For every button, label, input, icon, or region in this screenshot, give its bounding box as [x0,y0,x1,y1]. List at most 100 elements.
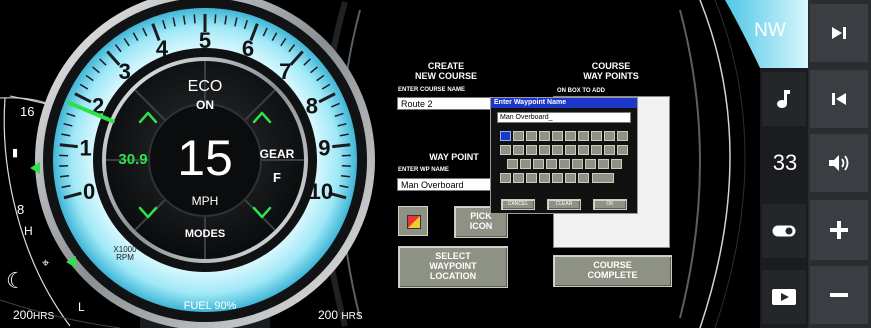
toggle-icon [772,225,796,237]
pick-icon-line2: ICON [469,221,493,231]
helm-display: 0 1 2 3 4 5 6 7 8 9 10 ECO ON 30.9 15 MPH GEAR F M… [0,0,871,328]
minus-button[interactable] [810,266,868,324]
wp-name-input[interactable]: Man Overboard [397,178,493,191]
keyboard-key[interactable] [533,159,544,169]
keyboard-key[interactable] [565,173,576,183]
engine-hours-left-unit: HRS [33,311,55,322]
left-scale-low-value: 8 [17,202,25,217]
rpm-number-10: 10 [309,179,333,204]
rpm-number-8: 8 [306,94,318,119]
dialog-ok-button[interactable]: OK [593,199,627,210]
rpm-number-6: 6 [242,36,254,61]
create-course-title-line1: CREATE [427,61,465,71]
keyboard-key[interactable] [526,173,537,183]
music-button[interactable] [762,72,806,126]
course-complete-line2: COMPLETE [587,270,638,280]
keyboard-key[interactable] [578,145,589,155]
keyboard-key[interactable] [546,159,557,169]
gear-value: F [273,170,281,185]
skip-back-button[interactable] [810,70,868,128]
enter-wp-name-label: ENTER WP NAME [398,167,449,173]
create-course-title: CREATE NEW COURSE [400,61,492,81]
create-course-title-line2: NEW COURSE [414,71,477,81]
keyboard-key[interactable] [526,145,537,155]
low-marker: L [78,300,85,314]
course-complete-button[interactable]: COURSE COMPLETE [553,255,672,287]
keyboard-key[interactable] [539,131,550,141]
select-waypoint-line3: LOCATION [429,270,477,281]
skip-back-icon [832,93,846,105]
keyboard-key[interactable] [513,145,524,155]
modes-button[interactable]: MODES [175,228,235,240]
rpm-minor-tick [214,14,217,24]
keyboard-key[interactable] [585,159,596,169]
keyboard-key[interactable] [617,131,628,141]
keyboard-key[interactable] [513,173,524,183]
keyboard-key[interactable] [611,159,622,169]
eco-label[interactable]: ECO [175,78,235,96]
keyboard-key[interactable] [559,159,570,169]
rpm-unit: X1000 RPM [108,246,142,262]
keyboard-key[interactable] [513,131,524,141]
skip-forward-button[interactable] [810,4,868,62]
gear-label[interactable]: GEAR [254,147,300,161]
fuel-label: FUEL 90% [183,300,237,312]
keyboard-key[interactable] [539,173,550,183]
skip-forward-icon [832,27,846,39]
keyboard-key[interactable] [578,173,589,183]
speed-unit: MPH [191,194,219,208]
plus-button[interactable] [810,200,868,260]
course-name-input[interactable]: Route 2 [397,97,493,110]
keyboard-key[interactable] [617,145,628,155]
dialog-title: Enter Waypoint Name [491,98,637,108]
dialog-clear-button[interactable]: CLEAR [547,199,581,210]
volume-button[interactable] [810,134,868,192]
keyboard-key[interactable] [572,159,583,169]
keyboard-key[interactable] [604,145,615,155]
keyboard-key[interactable] [500,131,511,141]
keyboard-key[interactable] [500,173,511,183]
keyboard-key[interactable] [539,145,550,155]
keyboard-key[interactable] [552,173,563,183]
keyboard-key[interactable] [520,159,531,169]
keyboard-key[interactable] [565,131,576,141]
play-button[interactable] [762,270,806,324]
enter-waypoint-name-dialog: Enter Waypoint Name Man Overboard_ CANCE… [490,97,638,214]
rpm-number-0: 0 [83,179,95,204]
rpm-number-5: 5 [199,28,211,53]
fuel-level-marker [30,162,40,174]
speaker-icon [829,155,849,171]
keyboard-key[interactable] [552,131,563,141]
toggle-button[interactable] [762,204,806,258]
coolant-temp-icon: ⌖ [42,255,50,270]
battery-icon: ▮ [12,147,19,159]
keyboard-key[interactable] [552,145,563,155]
keyboard-backspace-key[interactable] [592,173,614,183]
play-icon [772,289,796,305]
waypoint-icon-preview[interactable] [398,206,428,236]
enter-course-name-label: ENTER COURSE NAME [398,87,466,93]
keyboard-key[interactable] [500,145,511,155]
dialog-name-input[interactable]: Man Overboard_ [497,112,631,123]
keyboard-key[interactable] [507,159,518,169]
speed-value: 15 [177,130,233,186]
rpm-major-tick [59,143,78,149]
keyboard-key[interactable] [598,159,609,169]
eco-state: ON [196,98,214,112]
compass-heading: NW [754,20,786,41]
rpm-number-7: 7 [279,59,291,84]
select-waypoint-location-button[interactable]: SELECT WAYPOINT LOCATION [398,246,508,288]
keyboard-key[interactable] [578,131,589,141]
keyboard-key[interactable] [591,145,602,155]
trim-value: 30.9 [118,151,148,168]
keyboard-key[interactable] [565,145,576,155]
dialog-cancel-button[interactable]: CANCEL [501,199,535,210]
keyboard-key[interactable] [604,131,615,141]
keyboard-key[interactable] [526,131,537,141]
course-waypoints-title-line2: WAY POINTS [583,71,639,81]
moon-icon[interactable]: ☾ [6,270,26,292]
keyboard-key[interactable] [591,131,602,141]
engine-hours-right-value: 200 [318,308,339,322]
engine-hours-right-unit: HRS [341,311,363,322]
flag-icon [407,215,421,229]
